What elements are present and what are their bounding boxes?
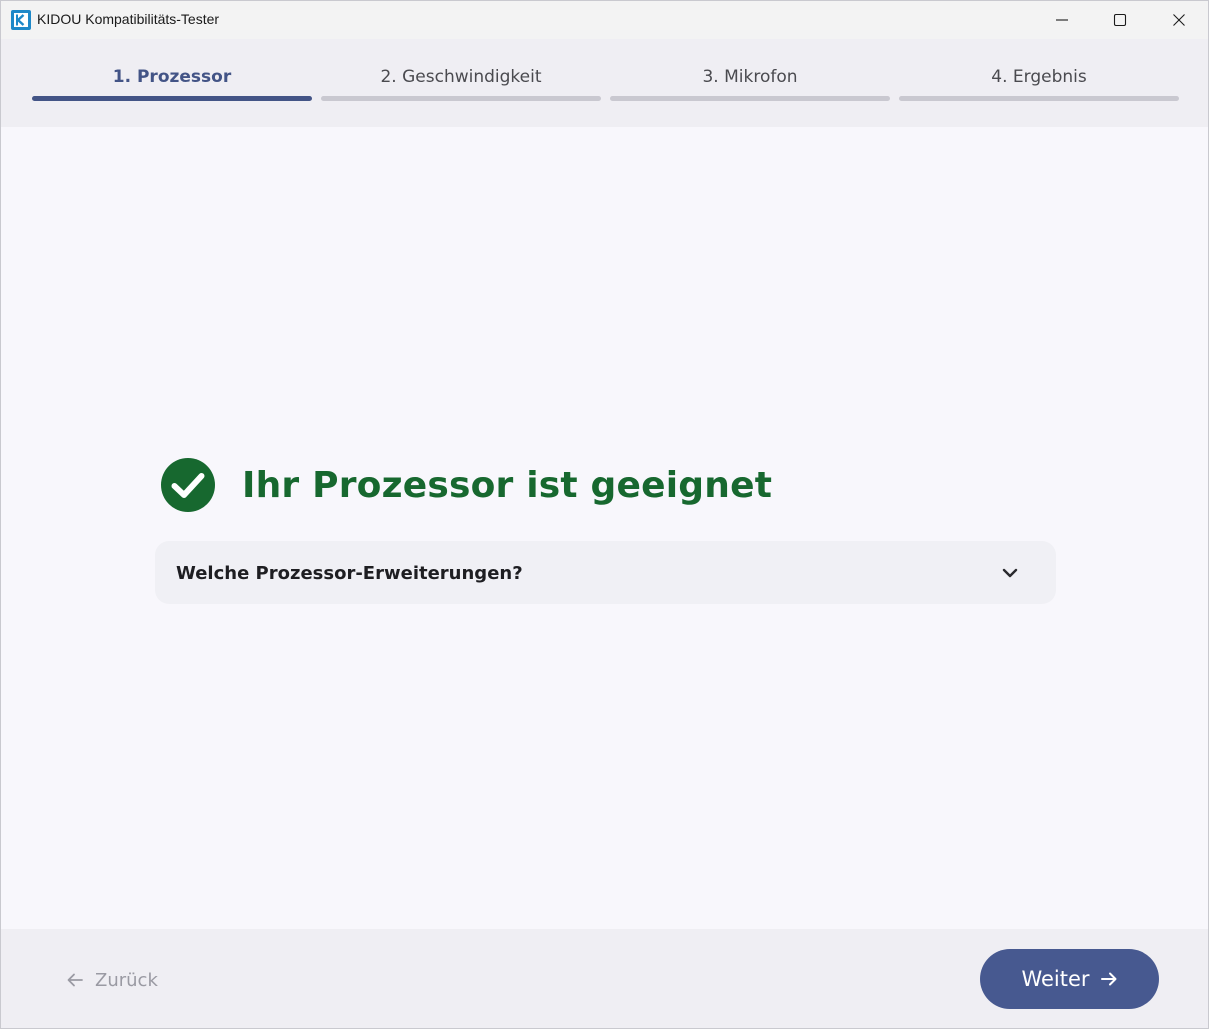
step-progress-bar [610,96,890,101]
main-content: Ihr Prozessor ist geeignet Welche Prozes… [1,127,1208,929]
step-progress-bar [321,96,601,101]
kidou-logo-icon [11,10,31,30]
check-circle-icon [161,458,215,512]
step-progress-bar [899,96,1179,101]
arrow-right-icon [1100,972,1117,986]
next-button[interactable]: Weiter [980,949,1159,1009]
result-heading: Ihr Prozessor ist geeignet [160,457,772,513]
step-label: 2. Geschwindigkeit [380,67,542,87]
accordion-label: Welche Prozessor-Erweiterungen? [176,563,523,584]
step-prozessor: 1. Prozessor [32,39,312,127]
close-icon [1173,14,1185,26]
progress-stepper: 1. Prozessor 2. Geschwindigkeit 3. Mikro… [1,39,1208,127]
step-ergebnis: 4. Ergebnis [899,39,1179,127]
arrow-left-icon [67,973,83,987]
maximize-button[interactable] [1091,1,1149,39]
minimize-icon [1056,19,1068,21]
back-label: Zurück [95,969,158,991]
step-progress-bar [32,96,312,101]
window-title: KIDOU Kompatibilitäts-Tester [37,11,220,27]
title-bar: KIDOU Kompatibilitäts-Tester [1,1,1208,39]
step-label: 4. Ergebnis [991,67,1087,87]
close-button[interactable] [1150,1,1208,39]
chevron-down-icon [1002,568,1018,578]
back-button[interactable]: Zurück [65,965,158,995]
app-window: KIDOU Kompatibilitäts-Tester 1. Prozesso… [0,0,1209,1029]
next-label: Weiter [1021,967,1090,991]
footer-bar: Zurück Weiter [1,929,1208,1028]
result-title: Ihr Prozessor ist geeignet [242,464,773,506]
step-mikrofon: 3. Mikrofon [610,39,890,127]
processor-extensions-accordion[interactable]: Welche Prozessor-Erweiterungen? [155,541,1056,604]
minimize-button[interactable] [1033,1,1091,39]
maximize-icon [1113,13,1127,27]
step-label: 1. Prozessor [112,67,232,87]
step-geschwindigkeit: 2. Geschwindigkeit [321,39,601,127]
step-label: 3. Mikrofon [702,67,798,87]
